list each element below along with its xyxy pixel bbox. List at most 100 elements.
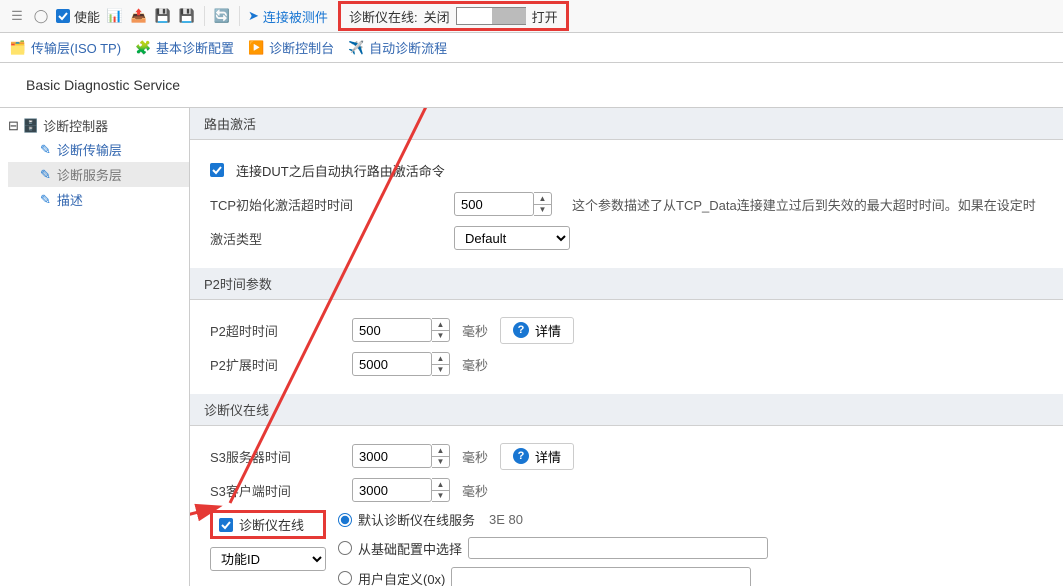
menu-icon[interactable]: ☰ [8,7,26,25]
p2-timeout-spinner[interactable]: ▲▼ [352,318,450,342]
tab-label: 传输层(ISO TP) [31,38,121,57]
tree-item-service[interactable]: ✎ 诊断服务层 [8,162,189,187]
tree-item-transport[interactable]: ✎ 诊断传输层 [8,137,189,162]
save-icon[interactable]: 💾 [154,7,172,25]
activation-type-label: 激活类型 [210,229,370,248]
layers-icon: 🗂️ [10,40,26,56]
info-icon: ? [513,448,529,464]
unit-label: 毫秒 [462,321,488,340]
p2-timeout-input[interactable] [352,318,432,342]
s3-detail-button[interactable]: ? 详情 [500,443,574,470]
s3-client-label: S3客户端时间 [210,481,340,500]
tree-item-description[interactable]: ✎ 描述 [8,187,189,212]
p2-detail-button[interactable]: ? 详情 [500,317,574,344]
auto-route-checkbox[interactable] [210,163,224,177]
tree-item-label: 描述 [57,190,83,209]
keepalive-checkbox[interactable] [219,518,233,532]
pencil-icon: ✎ [40,192,51,208]
tab-bar: 🗂️ 传输层(ISO TP) 🧩 基本诊断配置 ▶️ 诊断控制台 ✈️ 自动诊断… [0,33,1063,63]
unit-label: 毫秒 [462,481,488,500]
radio-custom[interactable] [338,571,352,585]
save-as-icon[interactable]: 💾 [178,7,196,25]
func-id-select[interactable]: 功能ID [210,547,326,571]
top-toolbar: ☰ ◯ 使能 📊 📤 💾 💾 🔄 ➤ 连接被测件 诊断仪在线: 关闭 打开 [0,0,1063,33]
group-tester-body: S3服务器时间 ▲▼ 毫秒 ? 详情 S3客户端时间 ▲▼ 毫秒 [190,426,1063,586]
refresh-icon[interactable]: 🔄 [213,7,231,25]
p2-ext-label: P2扩展时间 [210,355,340,374]
separator [239,6,240,26]
p2-timeout-label: P2超时时间 [210,321,340,340]
enable-label: 使能 [74,7,100,26]
keepalive-highlight: 诊断仪在线 [210,510,326,539]
unit-label: 毫秒 [462,355,488,374]
tree-root[interactable]: ⊟ 🗄️ 诊断控制器 [8,114,189,137]
radio-default-service[interactable] [338,513,352,527]
check-icon [56,9,70,23]
s3-client-spinner[interactable]: ▲▼ [352,478,450,502]
spin-down-icon[interactable]: ▼ [534,205,551,216]
spin-down-icon[interactable]: ▼ [432,331,449,342]
pencil-icon: ✎ [40,167,51,183]
tcp-init-spinner[interactable]: ▲▼ [454,192,552,216]
group-p2-body: P2超时时间 ▲▼ 毫秒 ? 详情 P2扩展时间 ▲▼ 毫秒 [190,300,1063,394]
spin-down-icon[interactable]: ▼ [432,365,449,376]
tcp-init-label: TCP初始化激活超时时间 [210,195,370,214]
group-routing-body: 连接DUT之后自动执行路由激活命令 TCP初始化激活超时时间 ▲▼ 这个参数描述… [190,140,1063,268]
radio-default-label: 默认诊断仪在线服务 [358,510,475,529]
detail-label: 详情 [535,447,561,466]
cursor-icon: ➤ [248,8,259,24]
base-config-input[interactable] [468,537,768,559]
minus-icon[interactable]: ⊟ [8,118,19,134]
connect-device-button[interactable]: ➤ 连接被测件 [248,7,328,26]
p2-ext-input[interactable] [352,352,432,376]
spin-up-icon[interactable]: ▲ [432,479,449,491]
s3-client-input[interactable] [352,478,432,502]
unit-label: 毫秒 [462,447,488,466]
default-code: 3E 80 [489,512,523,527]
tree-item-label: 诊断传输层 [57,140,122,159]
connect-label: 连接被测件 [263,7,328,26]
tcp-init-description: 这个参数描述了从TCP_Data连接建立过后到失效的最大超时时间。如果在设定时 [572,195,1036,214]
main-panel: 路由激活 连接DUT之后自动执行路由激活命令 TCP初始化激活超时时间 ▲▼ 这… [190,107,1063,586]
off-label: 关闭 [424,7,450,26]
chart-icon[interactable]: 📊 [106,7,124,25]
on-label: 打开 [532,7,558,26]
s3-server-input[interactable] [352,444,432,468]
tab-diagnostic-console[interactable]: ▶️ 诊断控制台 [248,38,334,57]
send-icon: ✈️ [348,40,364,56]
radio-base-config[interactable] [338,541,352,555]
spin-down-icon[interactable]: ▼ [432,457,449,468]
tab-label: 诊断控制台 [269,38,334,57]
activation-type-select[interactable]: Default [454,226,570,250]
tester-online-status: 诊断仪在线: 关闭 打开 [338,1,569,31]
custom-hex-input[interactable] [451,567,751,586]
p2-ext-spinner[interactable]: ▲▼ [352,352,450,376]
tab-label: 自动诊断流程 [369,38,447,57]
spin-down-icon[interactable]: ▼ [432,491,449,502]
tab-transport-layer[interactable]: 🗂️ 传输层(ISO TP) [10,38,121,57]
keepalive-label: 诊断仪在线 [239,515,304,534]
sidebar-tree: ⊟ 🗄️ 诊断控制器 ✎ 诊断传输层 ✎ 诊断服务层 ✎ 描述 [0,107,190,586]
spin-up-icon[interactable]: ▲ [432,353,449,365]
spin-up-icon[interactable]: ▲ [534,193,551,205]
tab-auto-flow[interactable]: ✈️ 自动诊断流程 [348,38,447,57]
tcp-init-input[interactable] [454,192,534,216]
circle-icon[interactable]: ◯ [32,7,50,25]
export-icon[interactable]: 📤 [130,7,148,25]
s3-server-label: S3服务器时间 [210,447,340,466]
spin-up-icon[interactable]: ▲ [432,319,449,331]
service-mode-radios: 默认诊断仪在线服务 3E 80 从基础配置中选择 用户自定义(0x) [338,510,768,586]
page-title: Basic Diagnostic Service [0,63,1063,107]
separator [204,6,205,26]
spin-up-icon[interactable]: ▲ [432,445,449,457]
tab-basic-diagnostic[interactable]: 🧩 基本诊断配置 [135,38,234,57]
online-switch[interactable] [456,7,526,25]
s3-server-spinner[interactable]: ▲▼ [352,444,450,468]
tree-item-label: 诊断服务层 [57,165,122,184]
tree-root-label: 诊断控制器 [43,116,108,135]
enable-toggle[interactable]: 使能 [56,7,100,26]
pencil-icon: ✎ [40,142,51,158]
online-label: 诊断仪在线: [349,7,418,26]
group-tester-header: 诊断仪在线 [190,394,1063,426]
group-routing-header: 路由激活 [190,108,1063,140]
